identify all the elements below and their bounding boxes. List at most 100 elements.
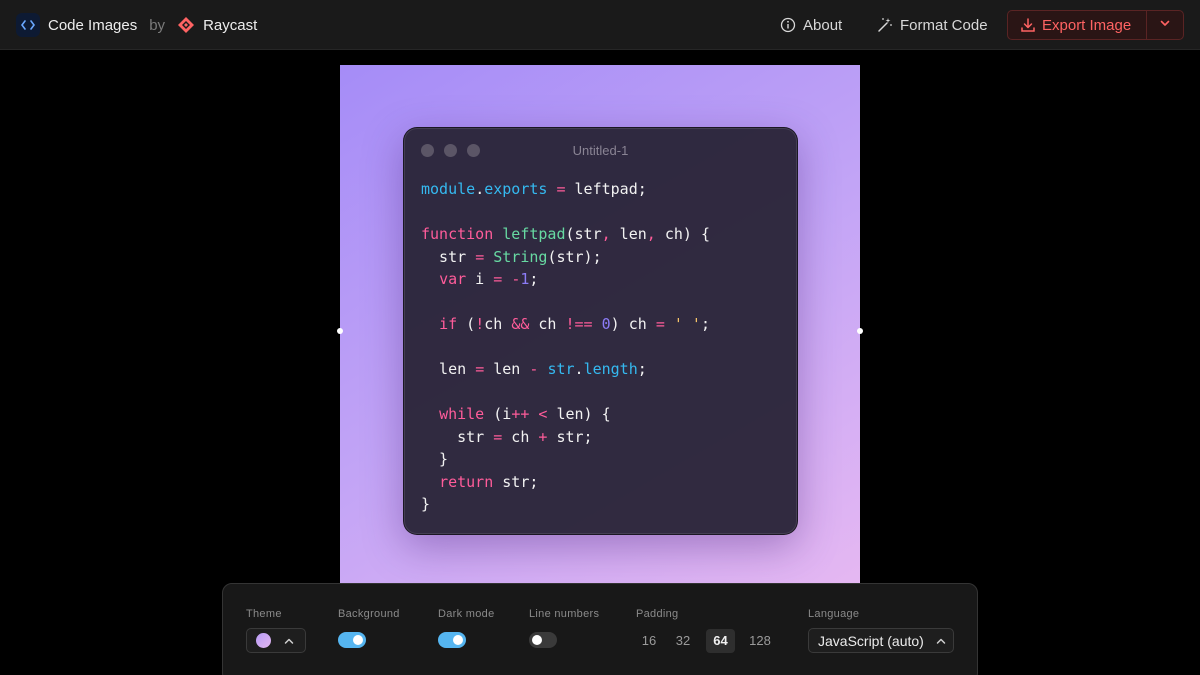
raycast-logo-icon[interactable] [177, 16, 195, 34]
export-group: Export Image [1007, 10, 1184, 40]
code-line: return str; [421, 471, 710, 494]
toggle-knob [532, 635, 542, 645]
line-numbers-label: Line numbers [529, 608, 600, 620]
background-toggle[interactable] [338, 632, 366, 648]
code-token: && [511, 315, 530, 333]
about-label: About [803, 16, 843, 34]
code-token: (i [484, 405, 512, 423]
about-button[interactable]: About [780, 13, 842, 37]
code-token: if [439, 315, 458, 333]
app-title: Code Images [48, 16, 138, 34]
toggle-knob [453, 635, 463, 645]
code-token: leftpad [502, 225, 566, 243]
export-options-button[interactable] [1147, 11, 1183, 39]
code-token: . [475, 180, 485, 198]
dark-mode-toggle[interactable] [438, 632, 466, 648]
code-token: ch [502, 427, 539, 446]
code-token: ++ [511, 405, 530, 423]
code-line: while (i++ < len) { [421, 403, 710, 426]
resize-handle-left[interactable] [337, 328, 343, 334]
language-select[interactable]: JavaScript (auto) [808, 628, 954, 653]
code-token: str; [547, 427, 593, 446]
chevron-up-icon [935, 635, 947, 647]
code-line: function leftpad(str, len, ch) { [421, 223, 710, 246]
code-token: var [439, 270, 467, 288]
code-token: = [655, 315, 665, 333]
code-token: str [421, 247, 476, 266]
controls-panel: Theme Background Dark mode Line numbers … [222, 583, 978, 675]
code-token: len [484, 360, 530, 378]
code-token: String [493, 247, 548, 266]
code-token: = [493, 427, 503, 446]
code-token: , [601, 225, 611, 243]
code-token: = [493, 270, 503, 288]
code-token: 0 [601, 315, 611, 333]
padding-option-64[interactable]: 64 [706, 629, 735, 653]
language-label: Language [808, 608, 860, 620]
code-brackets-icon [16, 13, 40, 37]
code-token: ch) { [655, 225, 710, 243]
code-token: ; [637, 360, 647, 378]
export-image-button[interactable]: Export Image [1008, 11, 1146, 39]
code-token: function [421, 225, 494, 243]
code-token: ch [484, 315, 512, 333]
export-image-label: Export Image [1042, 16, 1132, 34]
padding-option-16[interactable]: 16 [636, 629, 662, 653]
line-numbers-toggle[interactable] [529, 632, 557, 648]
dark-mode-label: Dark mode [438, 608, 495, 620]
code-token: while [439, 405, 485, 423]
code-token: !== [565, 315, 593, 333]
code-token: str [547, 360, 575, 378]
code-line: str = String(str); [421, 246, 710, 269]
code-editor[interactable]: module.exports = leftpad; function leftpa… [421, 178, 710, 516]
code-token: ) ch [610, 315, 656, 333]
format-code-button[interactable]: Format Code [877, 13, 988, 37]
code-token: leftpad; [565, 180, 647, 198]
padding-label: Padding [636, 608, 679, 620]
format-code-label: Format Code [900, 16, 988, 34]
code-token: i [466, 270, 494, 288]
code-token: return [439, 472, 494, 491]
code-token: len [610, 225, 647, 243]
theme-picker[interactable] [246, 628, 306, 653]
code-line: if (!ch && ch !== 0) ch = ' '; [421, 313, 710, 336]
top-bar: Code Images by Raycast About Format Code… [0, 0, 1200, 50]
brand: Code Images by Raycast [16, 13, 257, 37]
code-token: len) { [547, 405, 611, 423]
code-token: (str); [547, 247, 602, 266]
code-token: module [421, 180, 476, 198]
by-text: by [149, 16, 166, 34]
code-token: length [583, 360, 638, 378]
code-token: . [574, 360, 584, 378]
code-token: = [475, 360, 485, 378]
code-token: = [556, 180, 566, 198]
raycast-link[interactable]: Raycast [203, 17, 257, 34]
info-circle-icon [780, 17, 796, 33]
code-token: , [646, 225, 656, 243]
code-line: } [421, 493, 710, 516]
chevron-down-icon [1159, 16, 1171, 34]
code-token: exports [484, 180, 548, 198]
language-value: JavaScript (auto) [818, 632, 924, 649]
padding-option-32[interactable]: 32 [669, 629, 697, 653]
padding-option-128[interactable]: 128 [743, 629, 777, 653]
download-icon [1020, 17, 1036, 33]
code-token: } [421, 450, 449, 468]
code-line: module.exports = leftpad; [421, 178, 710, 201]
background-label: Background [338, 608, 400, 620]
resize-handle-right[interactable] [857, 328, 863, 334]
code-token: str; [493, 472, 539, 491]
code-token: str [421, 427, 494, 446]
window-title[interactable]: Untitled-1 [404, 143, 797, 158]
